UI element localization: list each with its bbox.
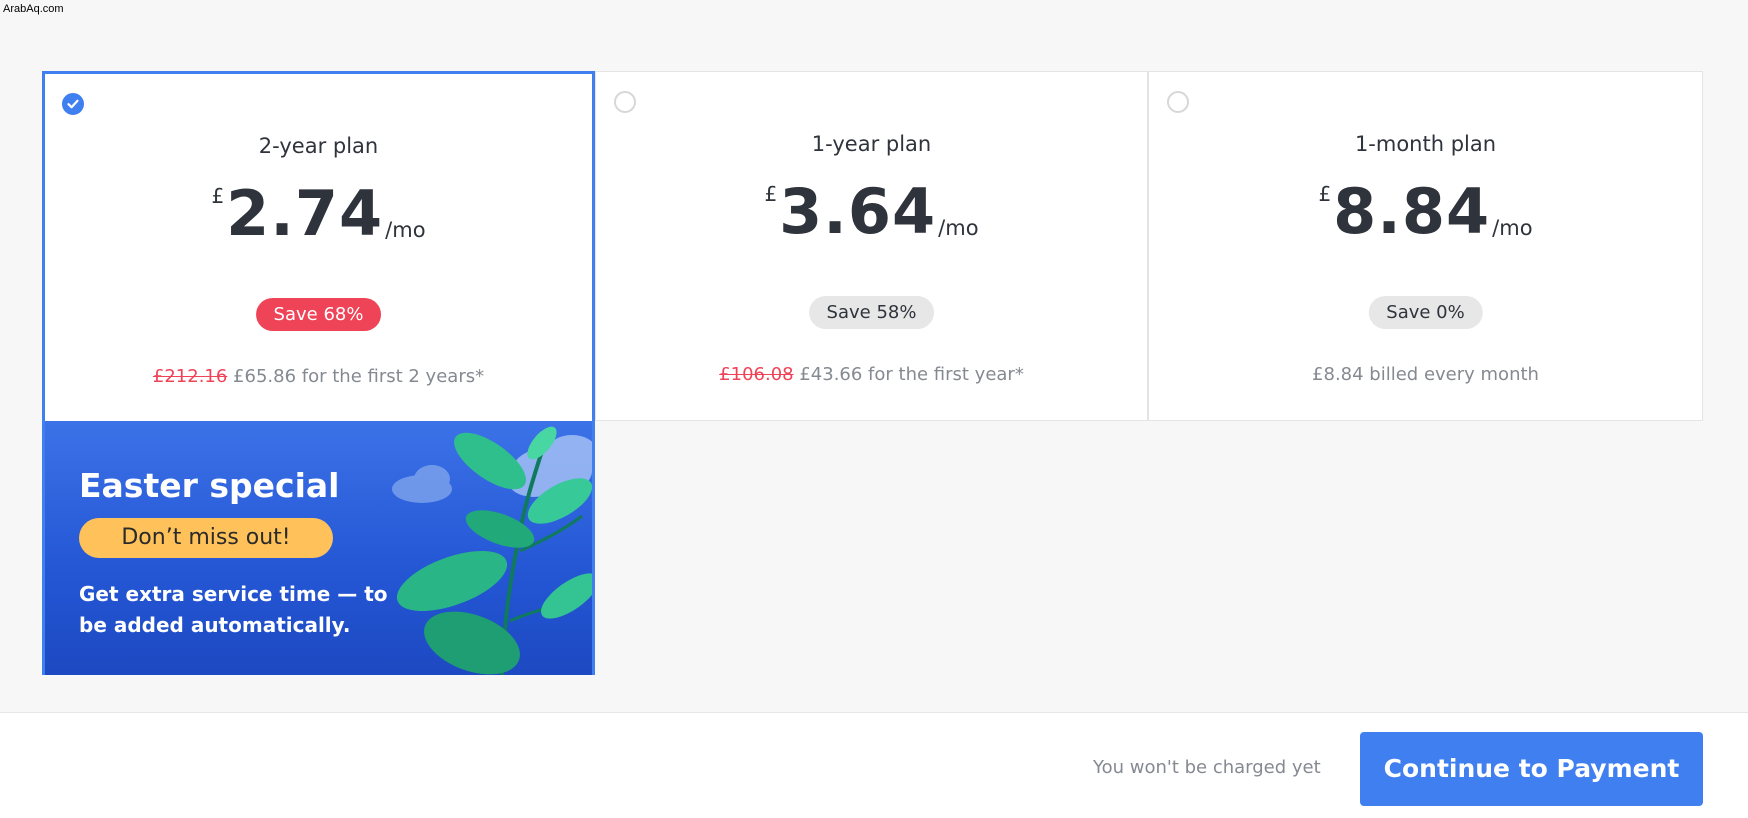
original-price: £212.16: [152, 366, 228, 387]
plan-title: 1-month plan: [1354, 132, 1497, 156]
plan-selector: 2-year plan £ 2.74 /mo Save 68% £212.16 …: [42, 71, 1703, 675]
plan-price: £ 8.84 /mo: [1149, 180, 1702, 244]
easter-promo-banner: Easter special Don’t miss out! Get extra…: [45, 421, 592, 675]
plan-card-1-month[interactable]: 1-month plan £ 8.84 /mo Save 0% £8.84 bi…: [1148, 71, 1703, 421]
price-amount: 3.64: [779, 175, 937, 248]
plan-title: 1-year plan: [811, 132, 932, 156]
empty-circle-icon[interactable]: [614, 91, 636, 113]
plant-illustration-icon: [392, 426, 592, 675]
plan-card-1-year[interactable]: 1-year plan £ 3.64 /mo Save 58% £106.08 …: [595, 71, 1148, 421]
charge-notice: You won't be charged yet: [1093, 757, 1321, 778]
currency-symbol: £: [211, 184, 225, 208]
billing-text: £65.86 for the first 2 years*: [227, 366, 485, 387]
plan-card-2-year[interactable]: 2-year plan £ 2.74 /mo Save 68% £212.16 …: [42, 71, 595, 675]
price-amount: 2.74: [226, 177, 384, 250]
price-period: /mo: [1492, 216, 1533, 240]
plan-title: 2-year plan: [258, 134, 379, 158]
billing-text: £8.84 billed every month: [1312, 364, 1539, 385]
save-badge: Save 58%: [808, 296, 935, 329]
save-badge: Save 0%: [1368, 296, 1483, 329]
promo-title: Easter special: [79, 466, 340, 505]
currency-symbol: £: [764, 182, 778, 206]
plan-price: £ 3.64 /mo: [596, 180, 1147, 244]
continue-to-payment-button[interactable]: Continue to Payment: [1360, 732, 1703, 806]
check-circle-icon[interactable]: [62, 93, 84, 115]
price-period: /mo: [938, 216, 979, 240]
save-badge: Save 68%: [255, 298, 382, 331]
price-amount: 8.84: [1333, 175, 1491, 248]
empty-circle-icon[interactable]: [1167, 91, 1189, 113]
billing-info: £212.16 £65.86 for the first 2 years*: [45, 366, 592, 387]
promo-text: Get extra service time — to be added aut…: [79, 582, 388, 637]
currency-symbol: £: [1318, 182, 1332, 206]
checkout-footer: You won't be charged yet Continue to Pay…: [0, 712, 1748, 818]
plan-price: £ 2.74 /mo: [45, 182, 592, 246]
watermark: ArabAq.com: [3, 3, 64, 15]
price-period: /mo: [385, 218, 426, 242]
promo-pill: Don’t miss out!: [79, 518, 333, 558]
original-price: £106.08: [719, 364, 794, 385]
billing-info: £106.08 £43.66 for the first year*: [596, 364, 1147, 385]
billing-text: £43.66 for the first year*: [793, 364, 1024, 385]
